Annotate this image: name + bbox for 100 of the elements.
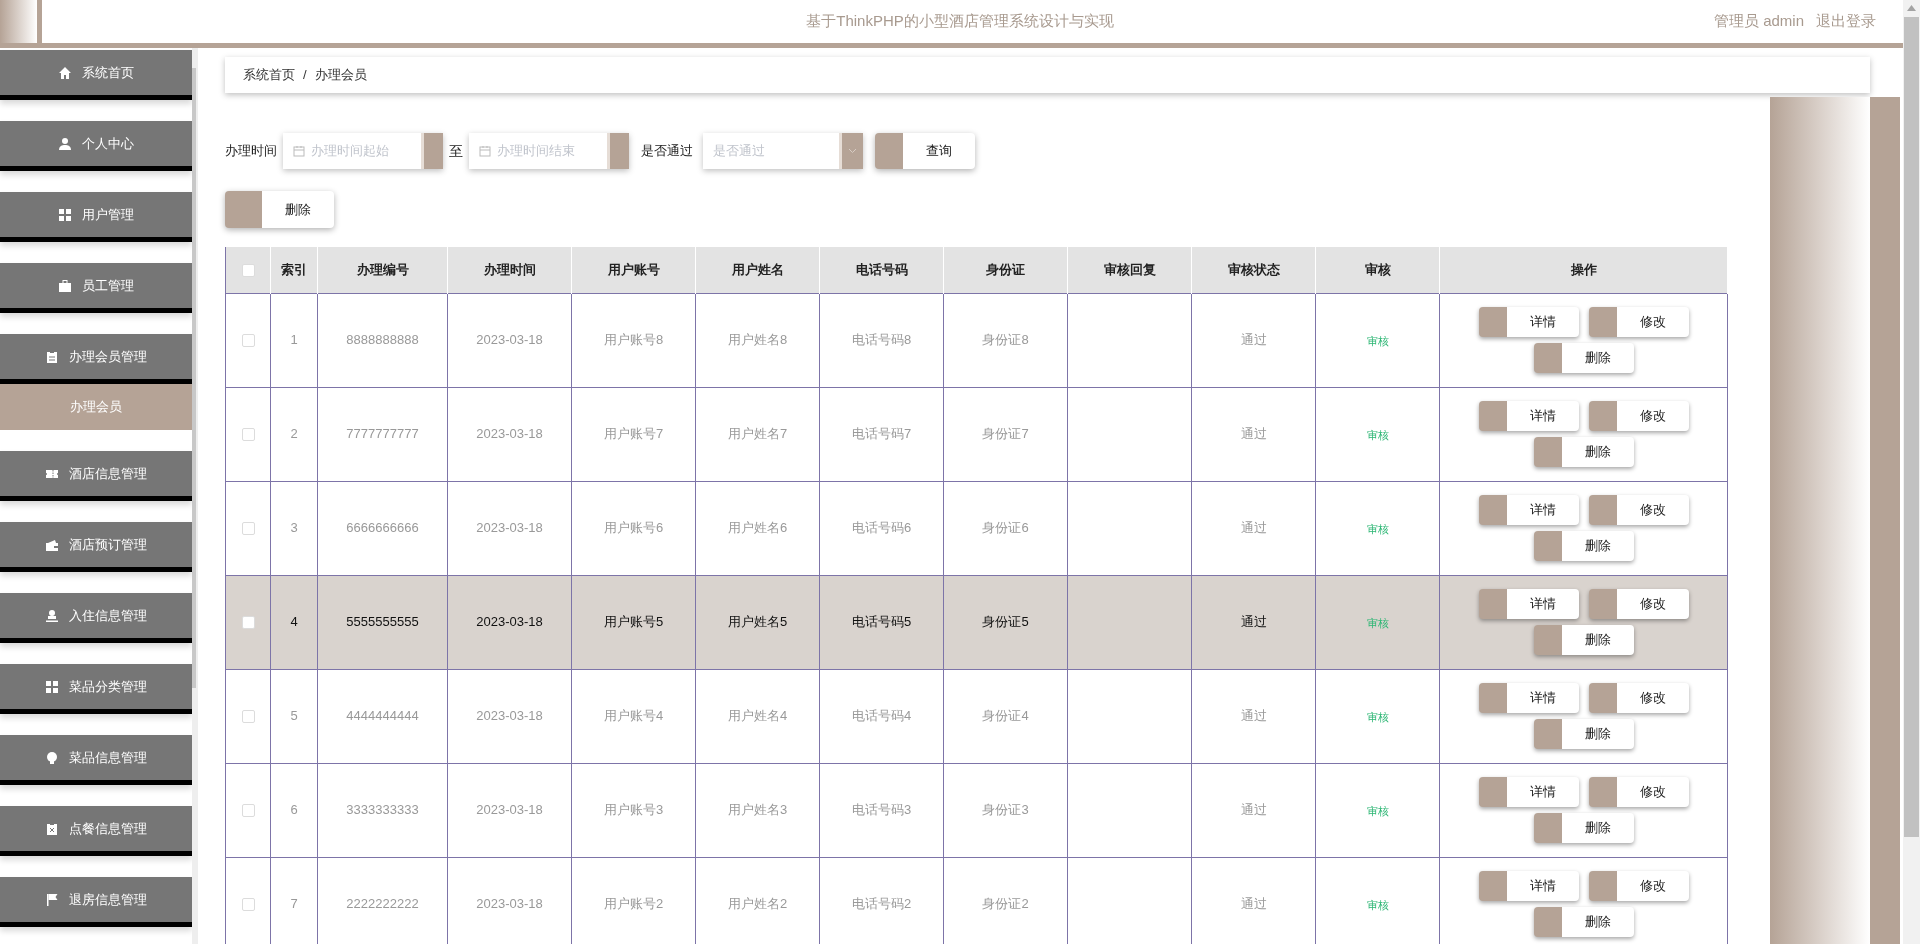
table-cell: 身份证7 <box>943 387 1068 481</box>
table-cell: 通过 <box>1191 387 1316 481</box>
sidebar-item[interactable]: 个人中心 <box>0 121 192 171</box>
delete-button[interactable]: 删除 <box>225 191 334 228</box>
table-cell: 通过 <box>1191 293 1316 387</box>
table-cell: 5 <box>270 669 318 763</box>
table-row[interactable]: 2 7777777777 2023-03-18 用户账号7 用户姓名7 电话号码7 身份证7 通过 审核 详情 修改 删除 <box>225 387 1728 481</box>
edit-button[interactable]: 修改 <box>1588 871 1689 901</box>
detail-button[interactable]: 详情 <box>1478 589 1579 619</box>
sidebar-item[interactable]: 入住信息管理 <box>0 593 192 643</box>
table-cell: 8888888888 <box>317 293 448 387</box>
delete-button[interactable]: 删除 <box>1533 437 1634 467</box>
table-cell: 2023-03-18 <box>447 293 572 387</box>
table-cell: 用户账号3 <box>571 763 696 857</box>
edit-button[interactable]: 修改 <box>1588 401 1689 431</box>
column-header: 办理编号 <box>317 247 448 293</box>
table-row[interactable]: 5 4444444444 2023-03-18 用户账号4 用户姓名4 电话号码4 身份证4 通过 审核 详情 修改 删除 <box>225 669 1728 763</box>
table-cell: 电话号码8 <box>819 293 944 387</box>
delete-button[interactable]: 删除 <box>1533 907 1634 937</box>
detail-button[interactable]: 详情 <box>1478 307 1579 337</box>
table-cell: 电话号码7 <box>819 387 944 481</box>
table-row[interactable]: 3 6666666666 2023-03-18 用户账号6 用户姓名6 电话号码6 身份证6 通过 审核 详情 修改 删除 <box>225 481 1728 575</box>
breadcrumb-item: 办理会员 <box>314 66 367 85</box>
column-header: 用户账号 <box>571 247 696 293</box>
delete-button[interactable]: 删除 <box>1533 813 1634 843</box>
table-cell: 2 <box>270 387 318 481</box>
column-header: 审核回复 <box>1067 247 1192 293</box>
table-cell: 通过 <box>1191 575 1316 669</box>
table-cell: 电话号码6 <box>819 481 944 575</box>
column-header: 办理时间 <box>447 247 572 293</box>
column-header: 索引 <box>270 247 318 293</box>
sidebar-item[interactable]: 用户管理 <box>0 192 192 242</box>
sidebar-item[interactable]: 点餐信息管理 <box>0 806 192 856</box>
table-cell: 2023-03-18 <box>447 481 572 575</box>
table-cell: 用户账号5 <box>571 575 696 669</box>
table-cell: 身份证3 <box>943 763 1068 857</box>
sidebar-item[interactable]: 办理会员管理 <box>0 334 192 384</box>
edit-button[interactable]: 修改 <box>1588 589 1689 619</box>
table-cell: 通过 <box>1191 763 1316 857</box>
table-cell: 电话号码5 <box>819 575 944 669</box>
delete-button[interactable]: 删除 <box>1533 719 1634 749</box>
table-cell: 用户姓名4 <box>695 669 820 763</box>
table-row[interactable]: 7 2222222222 2023-03-18 用户账号2 用户姓名2 电话号码2 身份证2 通过 审核 详情 修改 删除 <box>225 857 1728 944</box>
column-header: 用户姓名 <box>695 247 820 293</box>
delete-button[interactable]: 删除 <box>1533 625 1634 655</box>
sidebar-item[interactable]: 酒店预订管理 <box>0 522 192 572</box>
sidebar-item[interactable]: 员工管理 <box>0 263 192 313</box>
delete-button[interactable]: 删除 <box>1533 531 1634 561</box>
sidebar-item[interactable]: 菜品信息管理 <box>0 735 192 785</box>
table-cell: 7777777777 <box>317 387 448 481</box>
table-cell: 身份证6 <box>943 481 1068 575</box>
range-separator: 至 <box>449 141 463 161</box>
column-header: 审核状态 <box>1191 247 1316 293</box>
detail-button[interactable]: 详情 <box>1478 401 1579 431</box>
table-row[interactable]: 4 5555555555 2023-03-18 用户账号5 用户姓名5 电话号码5 身份证5 通过 审核 详情 修改 删除 <box>225 575 1728 669</box>
table-cell: 3 <box>270 481 318 575</box>
table-cell: 用户账号4 <box>571 669 696 763</box>
table-cell: 用户姓名3 <box>695 763 820 857</box>
table-cell: 用户姓名5 <box>695 575 820 669</box>
sidebar-item[interactable]: 菜品分类管理 <box>0 664 192 714</box>
table-cell: 2023-03-18 <box>447 575 572 669</box>
table-cell: 4 <box>270 575 318 669</box>
delete-button[interactable]: 删除 <box>1533 343 1634 373</box>
admin-user-label: 管理员 admin <box>1713 11 1804 32</box>
search-button[interactable]: 查询 <box>875 133 975 169</box>
table-cell: 4444444444 <box>317 669 448 763</box>
detail-button[interactable]: 详情 <box>1478 495 1579 525</box>
column-header: 电话号码 <box>819 247 944 293</box>
edit-button[interactable]: 修改 <box>1588 683 1689 713</box>
table-cell: 身份证8 <box>943 293 1068 387</box>
breadcrumb-separator: / <box>303 66 307 85</box>
table-cell: 2023-03-18 <box>447 763 572 857</box>
table-cell: 电话号码4 <box>819 669 944 763</box>
table-cell: 通过 <box>1191 669 1316 763</box>
table-cell: 用户姓名6 <box>695 481 820 575</box>
edit-button[interactable]: 修改 <box>1588 307 1689 337</box>
table-cell: 身份证4 <box>943 669 1068 763</box>
edit-button[interactable]: 修改 <box>1588 495 1689 525</box>
table-cell: 6666666666 <box>317 481 448 575</box>
table-cell: 用户姓名7 <box>695 387 820 481</box>
edit-button[interactable]: 修改 <box>1588 777 1689 807</box>
detail-button[interactable]: 详情 <box>1478 871 1579 901</box>
filter-label: 办理时间 <box>225 142 277 161</box>
table-cell: 通过 <box>1191 481 1316 575</box>
sidebar-item[interactable]: 酒店信息管理 <box>0 451 192 501</box>
sidebar-item[interactable]: 系统首页 <box>0 50 192 100</box>
detail-button[interactable]: 详情 <box>1478 777 1579 807</box>
table-cell: 6 <box>270 763 318 857</box>
column-header: 身份证 <box>943 247 1068 293</box>
detail-button[interactable]: 详情 <box>1478 683 1579 713</box>
table-row[interactable]: 6 3333333333 2023-03-18 用户账号3 用户姓名3 电话号码3 身份证3 通过 审核 详情 修改 删除 <box>225 763 1728 857</box>
table-row[interactable]: 1 8888888888 2023-03-18 用户账号8 用户姓名8 电话号码8 身份证8 通过 审核 详情 修改 删除 <box>225 293 1728 387</box>
table-cell: 3333333333 <box>317 763 448 857</box>
table-cell: 身份证5 <box>943 575 1068 669</box>
column-header: 操作 <box>1439 247 1728 293</box>
sidebar-item[interactable]: 退房信息管理 <box>0 877 192 927</box>
table-cell: 用户姓名8 <box>695 293 820 387</box>
table-cell: 电话号码3 <box>819 763 944 857</box>
breadcrumb-item[interactable]: 系统首页 <box>243 65 295 85</box>
table-cell: 2023-03-18 <box>447 387 572 481</box>
